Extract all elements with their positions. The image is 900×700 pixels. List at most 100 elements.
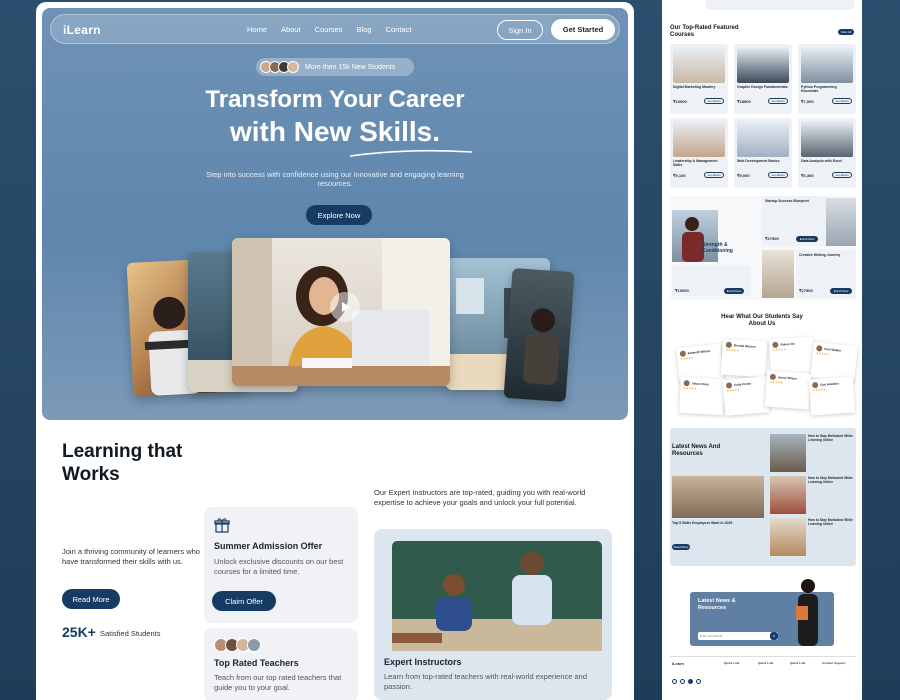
course-image [801, 121, 853, 157]
news-thumb-3 [770, 518, 806, 556]
creative-enroll-button[interactable]: Enroll Now [830, 288, 852, 294]
creative-card: Creative Writing Journey ₹27500 Enroll N… [796, 250, 856, 298]
strength-price: ₹10000 [675, 288, 689, 293]
nav-link-courses[interactable]: Courses [315, 25, 343, 34]
testimonial-card: Robert Ho ★★★★★ [769, 336, 815, 376]
woman-reading-image [796, 579, 818, 646]
hero-section: iLearn Home About Courses Blog Contact S… [42, 8, 628, 420]
nav-link-about[interactable]: About [281, 25, 301, 34]
social-icon[interactable] [688, 679, 693, 684]
explore-now-button[interactable]: Explore Now [306, 205, 372, 225]
hero-subtitle: Step into success with confidence using … [206, 170, 464, 188]
course-card[interactable]: Python Programming Essentials ₹7,000 Get S… [798, 44, 856, 114]
teachers-text: Teach from our top rated teachers that g… [214, 673, 342, 692]
instructor-teaching-image [392, 541, 602, 651]
course-image [737, 121, 789, 157]
startup-price: ₹27500 [765, 236, 779, 241]
testimonial-card: Brenda Watson ★★★★★ [720, 338, 768, 378]
top-teachers-card: Top Rated Teachers Teach from our top ra… [204, 628, 358, 700]
nav-link-contact[interactable]: Contact [386, 25, 412, 34]
expert-instructors-card: Expert Instructors Learn from top-rated … [374, 529, 612, 700]
startup-enroll-button[interactable]: Enroll Now [796, 236, 818, 242]
news-item-1[interactable]: How to Stay Motivated While Learning Onl… [808, 434, 856, 442]
stat-label: Satisfied Students [100, 629, 161, 638]
course-get-started-button[interactable]: Get Started [768, 98, 788, 104]
nav-link-home[interactable]: Home [247, 25, 267, 34]
news-thumb-2 [770, 476, 806, 514]
strength-card: ₹10000 Enroll Now [672, 266, 750, 296]
rating-stars-icon: ★★★★★ [772, 347, 787, 353]
top-navbar: iLearn Home About Courses Blog Contact S… [50, 14, 620, 44]
student-avatars [260, 61, 299, 73]
teachers-title: Top Rated Teachers [214, 658, 299, 668]
nav-links: Home About Courses Blog Contact [247, 25, 411, 34]
course-card[interactable]: Web Development Basics ₹9,000 Get Started [734, 118, 792, 188]
student-studying-image [523, 308, 560, 385]
course-get-started-button[interactable]: Get Started [704, 172, 724, 178]
footer-col-4: Contact Support [822, 661, 846, 665]
social-icon[interactable] [680, 679, 685, 684]
course-card[interactable]: Graphic Design Fundamentals ₹18500 Get Sta… [734, 44, 792, 114]
course-price: ₹18500 [737, 99, 751, 104]
course-card[interactable]: Digital Marketing Mastery ₹10000 Get Start… [670, 44, 728, 114]
footer-col-2: Quick Link [758, 661, 774, 665]
read-more-button[interactable]: Read More [62, 589, 120, 609]
newsletter-email-input[interactable]: Enter your Email [698, 632, 778, 640]
news-read-more-button[interactable]: Read More [672, 544, 690, 550]
sign-in-button[interactable]: Sign In [497, 20, 543, 40]
social-icon[interactable] [672, 679, 677, 684]
news-item-3[interactable]: How to Stay Motivated While Learning Onl… [808, 518, 856, 526]
startup-title: Startup Success Blueprint [765, 199, 809, 203]
course-price: ₹9,000 [737, 173, 750, 178]
newsletter-woman-image [788, 576, 828, 646]
students-badge-text: More then 15k New Students [305, 63, 396, 71]
course-price: ₹10000 [673, 99, 687, 104]
main-page-mockup: iLearn Home About Courses Blog Contact S… [36, 2, 634, 700]
course-price: ₹9,100 [673, 173, 686, 178]
hero-title-line2: with New Skills. [229, 116, 441, 147]
rating-stars-icon: ★★★★★ [683, 386, 697, 391]
course-get-started-button[interactable]: Get Started [704, 98, 724, 104]
view-all-button[interactable]: View All [838, 29, 854, 35]
course-get-started-button[interactable]: Get Started [768, 172, 788, 178]
news-item-2[interactable]: How to Stay Motivated While Learning Onl… [808, 476, 856, 484]
strength-photo [672, 210, 718, 262]
course-image [801, 47, 853, 83]
course-title: Python Programming Essentials [801, 85, 837, 93]
woman-book-image [682, 217, 704, 262]
site-logo[interactable]: iLearn [63, 23, 101, 37]
claim-offer-button[interactable]: Claim Offer [212, 591, 276, 611]
news-feature-title: Top 5 Skills Employers Want in 2025 [672, 521, 733, 525]
avatar [247, 638, 261, 652]
social-icon[interactable] [696, 679, 701, 684]
offer-text: Unlock exclusive discounts on our best c… [214, 557, 344, 576]
course-get-started-button[interactable]: Get Started [832, 172, 852, 178]
students-badge: More then 15k New Students [256, 58, 414, 76]
course-card[interactable]: Leadership & Management Skills ₹9,100 Get … [670, 118, 728, 188]
full-page-preview: Our Top-Rated Featured Courses View All … [662, 0, 862, 700]
startup-photo [826, 198, 856, 246]
creative-price: ₹27500 [799, 288, 813, 293]
instructors-description: Our Expert Instructors are top-rated, gu… [374, 488, 586, 507]
strength-title: Strength & Conditioning [702, 242, 733, 254]
news-feature-photo [672, 476, 764, 518]
course-get-started-button[interactable]: Get Started [832, 98, 852, 104]
play-icon [342, 302, 350, 312]
testimonial-card: Guy Hawkins ★★★★★ [808, 376, 856, 416]
course-title: Web Development Basics [737, 159, 780, 163]
testimonials-title: Hear What Our Students Say About Us [721, 314, 803, 327]
strength-enroll-button[interactable]: Enroll Now [724, 288, 744, 294]
course-card[interactable]: Data Analysis with Excel ₹6,300 Get Starte… [798, 118, 856, 188]
course-title: Graphic Design Fundamentals [737, 85, 788, 89]
newsletter-title: Latest News & Resources [698, 598, 736, 611]
get-started-button[interactable]: Get Started [551, 19, 615, 40]
nav-link-blog[interactable]: Blog [357, 25, 372, 34]
stat-value: 25K+ [62, 624, 96, 640]
course-title: Leadership & Management Skills [673, 159, 718, 167]
send-icon[interactable]: ➤ [770, 632, 778, 640]
footer-logo: iLearn [672, 661, 685, 666]
video-play-button[interactable] [330, 292, 360, 322]
footer-col-3: Quick Link [790, 661, 806, 665]
hero-title-line1: Transform Your Career [205, 86, 465, 113]
startup-card: Startup Success Blueprint ₹27500 Enroll … [762, 196, 826, 246]
